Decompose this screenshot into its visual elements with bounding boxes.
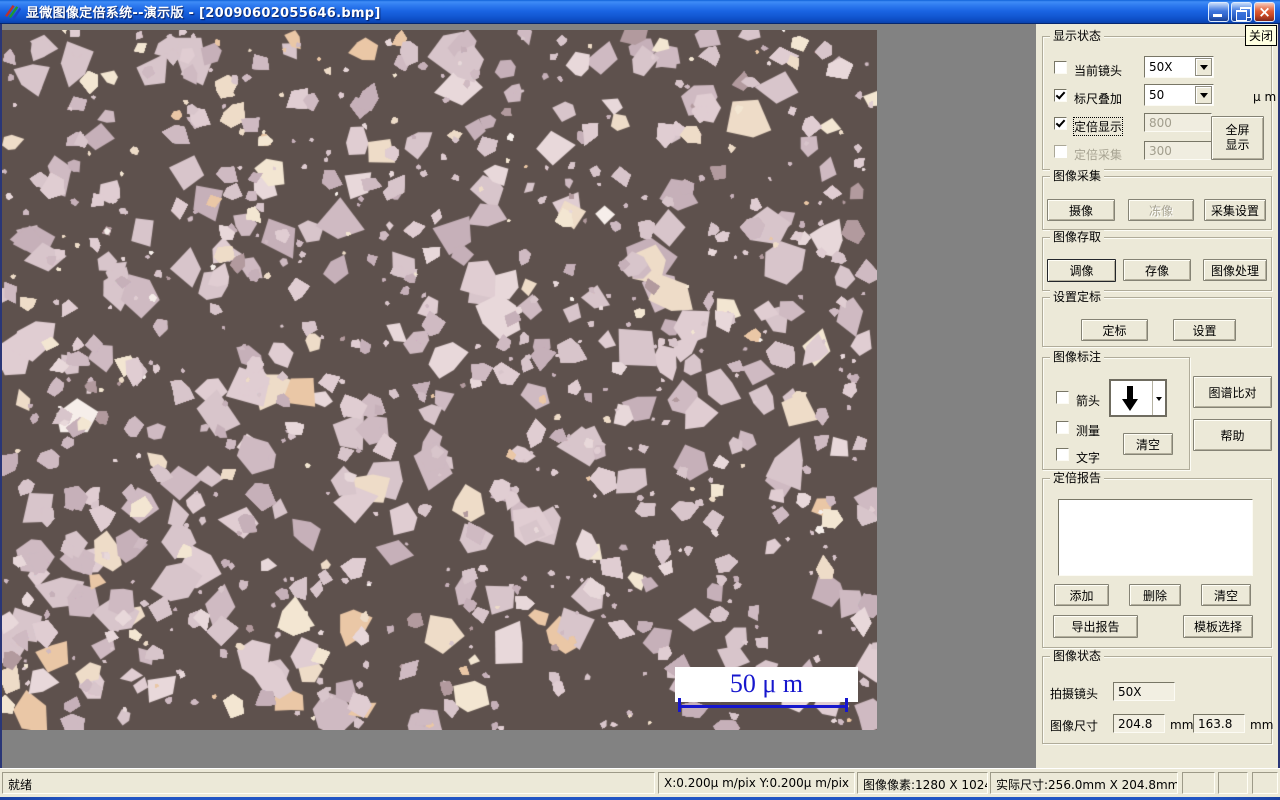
window-left-border <box>0 24 2 768</box>
group-calibration-title: 设置定标 <box>1050 290 1104 304</box>
label-fixed-capture: 定倍采集 <box>1074 146 1122 163</box>
report-add-button[interactable]: 添加 <box>1054 584 1109 606</box>
label-fixed-display: 定倍显示 <box>1074 118 1122 135</box>
report-clear-button[interactable]: 清空 <box>1201 584 1251 606</box>
group-display-status: 显示状态 当前镜头 50X 标尺叠加 50 μ m 定倍显示 800 定倍采 <box>1042 36 1272 170</box>
checkbox-arrow[interactable] <box>1056 391 1069 404</box>
combo-scale-value-text: 50 <box>1149 88 1164 102</box>
fullscreen-button[interactable]: 全屏 显示 <box>1211 116 1264 160</box>
group-image-capture: 图像采集 摄像 冻像 采集设置 <box>1042 176 1272 230</box>
input-fixed-display: 800 <box>1144 113 1212 132</box>
client-area: 50 μ m 显示状态 当前镜头 50X 标尺叠加 50 <box>0 24 1280 768</box>
clear-annotation-button[interactable]: 清空 <box>1123 433 1173 455</box>
label-arrow: 箭头 <box>1076 392 1100 409</box>
status-pixel-scale: X:0.200μ m/pix Y:0.200μ m/pix <box>658 772 855 794</box>
freeze-button: 冻像 <box>1128 199 1194 221</box>
status-spare-panel <box>1252 772 1278 794</box>
input-fixed-capture: 300 <box>1144 141 1212 160</box>
micrograph-image <box>2 30 877 730</box>
label-image-size: 图像尺寸 <box>1050 717 1098 734</box>
capture-settings-button[interactable]: 采集设置 <box>1204 199 1266 221</box>
image-viewer: 50 μ m <box>0 24 1036 768</box>
scale-bar-tick-right <box>845 698 848 712</box>
checkbox-text[interactable] <box>1056 448 1069 461</box>
checkbox-current-lens[interactable] <box>1054 61 1067 74</box>
group-image-storage-title: 图像存取 <box>1050 230 1104 244</box>
settings-button[interactable]: 设置 <box>1173 319 1236 341</box>
calibrate-button[interactable]: 定标 <box>1081 319 1148 341</box>
chevron-down-icon[interactable] <box>1195 58 1212 76</box>
image-processing-button[interactable]: 图像处理 <box>1203 259 1267 281</box>
group-report-title: 定倍报告 <box>1050 471 1104 485</box>
restore-button[interactable] <box>1231 2 1252 22</box>
field-image-height: 163.8 <box>1193 714 1245 733</box>
label-width-unit: mm <box>1170 718 1193 732</box>
group-image-storage: 图像存取 调像 存像 图像处理 <box>1042 237 1272 291</box>
arrow-style-combo[interactable] <box>1109 379 1167 417</box>
label-scale-overlay: 标尺叠加 <box>1074 90 1122 107</box>
down-arrow-icon <box>1120 385 1140 412</box>
group-annotation: 图像标注 箭头 测量 文字 清空 <box>1042 357 1190 470</box>
save-image-button[interactable]: 存像 <box>1123 259 1191 281</box>
checkbox-fixed-display[interactable] <box>1054 117 1067 130</box>
checkbox-fixed-capture <box>1054 145 1067 158</box>
combo-current-lens[interactable]: 50X <box>1144 56 1214 78</box>
combo-scale-value[interactable]: 50 <box>1144 84 1214 106</box>
capture-button[interactable]: 摄像 <box>1047 199 1115 221</box>
titlebar: 显微图像定倍系统--演示版 - [20090602055646.bmp] × <box>0 0 1280 24</box>
report-delete-button[interactable]: 删除 <box>1129 584 1181 606</box>
scale-bar-line <box>678 705 848 708</box>
app-window: 显微图像定倍系统--演示版 - [20090602055646.bmp] × 5… <box>0 0 1280 800</box>
field-shooting-lens: 50X <box>1113 682 1175 701</box>
label-shooting-lens: 拍摄镜头 <box>1050 685 1098 702</box>
load-image-button[interactable]: 调像 <box>1047 259 1116 282</box>
close-tooltip: 关闭 <box>1245 25 1277 46</box>
close-icon: × <box>1255 3 1274 21</box>
group-image-status: 图像状态 拍摄镜头 50X 图像尺寸 204.8 mm 163.8 mm <box>1042 656 1272 744</box>
status-actual-size: 实际尺寸:256.0mm X 204.8mm <box>990 772 1178 794</box>
checkbox-measure[interactable] <box>1056 421 1069 434</box>
status-spare-panel <box>1182 772 1215 794</box>
label-height-unit: mm <box>1250 718 1273 732</box>
minimize-button[interactable] <box>1208 2 1229 22</box>
chevron-down-icon[interactable] <box>1195 86 1212 104</box>
close-button[interactable]: × <box>1254 2 1275 22</box>
label-current-lens: 当前镜头 <box>1074 62 1122 79</box>
statusbar: 就绪 X:0.200μ m/pix Y:0.200μ m/pix 图像像素:12… <box>0 768 1280 797</box>
label-measure: 测量 <box>1076 422 1100 439</box>
field-image-width: 204.8 <box>1113 714 1165 733</box>
label-text: 文字 <box>1076 449 1100 466</box>
label-micron-unit: μ m <box>1253 90 1276 104</box>
group-image-capture-title: 图像采集 <box>1050 169 1104 183</box>
window-title: 显微图像定倍系统--演示版 - [20090602055646.bmp] <box>26 2 1208 21</box>
combo-current-lens-value: 50X <box>1149 60 1173 74</box>
group-report: 定倍报告 添加 删除 清空 导出报告 模板选择 <box>1042 478 1272 648</box>
chevron-down-icon[interactable] <box>1152 381 1165 415</box>
control-panel: 显示状态 当前镜头 50X 标尺叠加 50 μ m 定倍显示 800 定倍采 <box>1036 24 1280 768</box>
template-select-button[interactable]: 模板选择 <box>1183 615 1253 638</box>
scale-bar: 50 μ m <box>675 667 858 715</box>
status-spare-panel <box>1218 772 1248 794</box>
group-annotation-title: 图像标注 <box>1050 350 1104 364</box>
app-icon <box>4 3 21 20</box>
scale-bar-label: 50 μ m <box>675 667 858 702</box>
group-calibration: 设置定标 定标 设置 <box>1042 297 1272 347</box>
status-image-pixels: 图像像素:1280 X 1024 <box>857 772 988 794</box>
group-display-status-title: 显示状态 <box>1050 29 1104 43</box>
export-report-button[interactable]: 导出报告 <box>1053 615 1138 638</box>
atlas-compare-button[interactable]: 图谱比对 <box>1193 376 1272 408</box>
group-image-status-title: 图像状态 <box>1050 649 1104 663</box>
status-ready: 就绪 <box>2 772 655 794</box>
scale-bar-tick-left <box>678 698 681 712</box>
help-button[interactable]: 帮助 <box>1193 419 1272 451</box>
checkbox-scale-overlay[interactable] <box>1054 89 1067 102</box>
report-listbox[interactable] <box>1058 499 1253 576</box>
